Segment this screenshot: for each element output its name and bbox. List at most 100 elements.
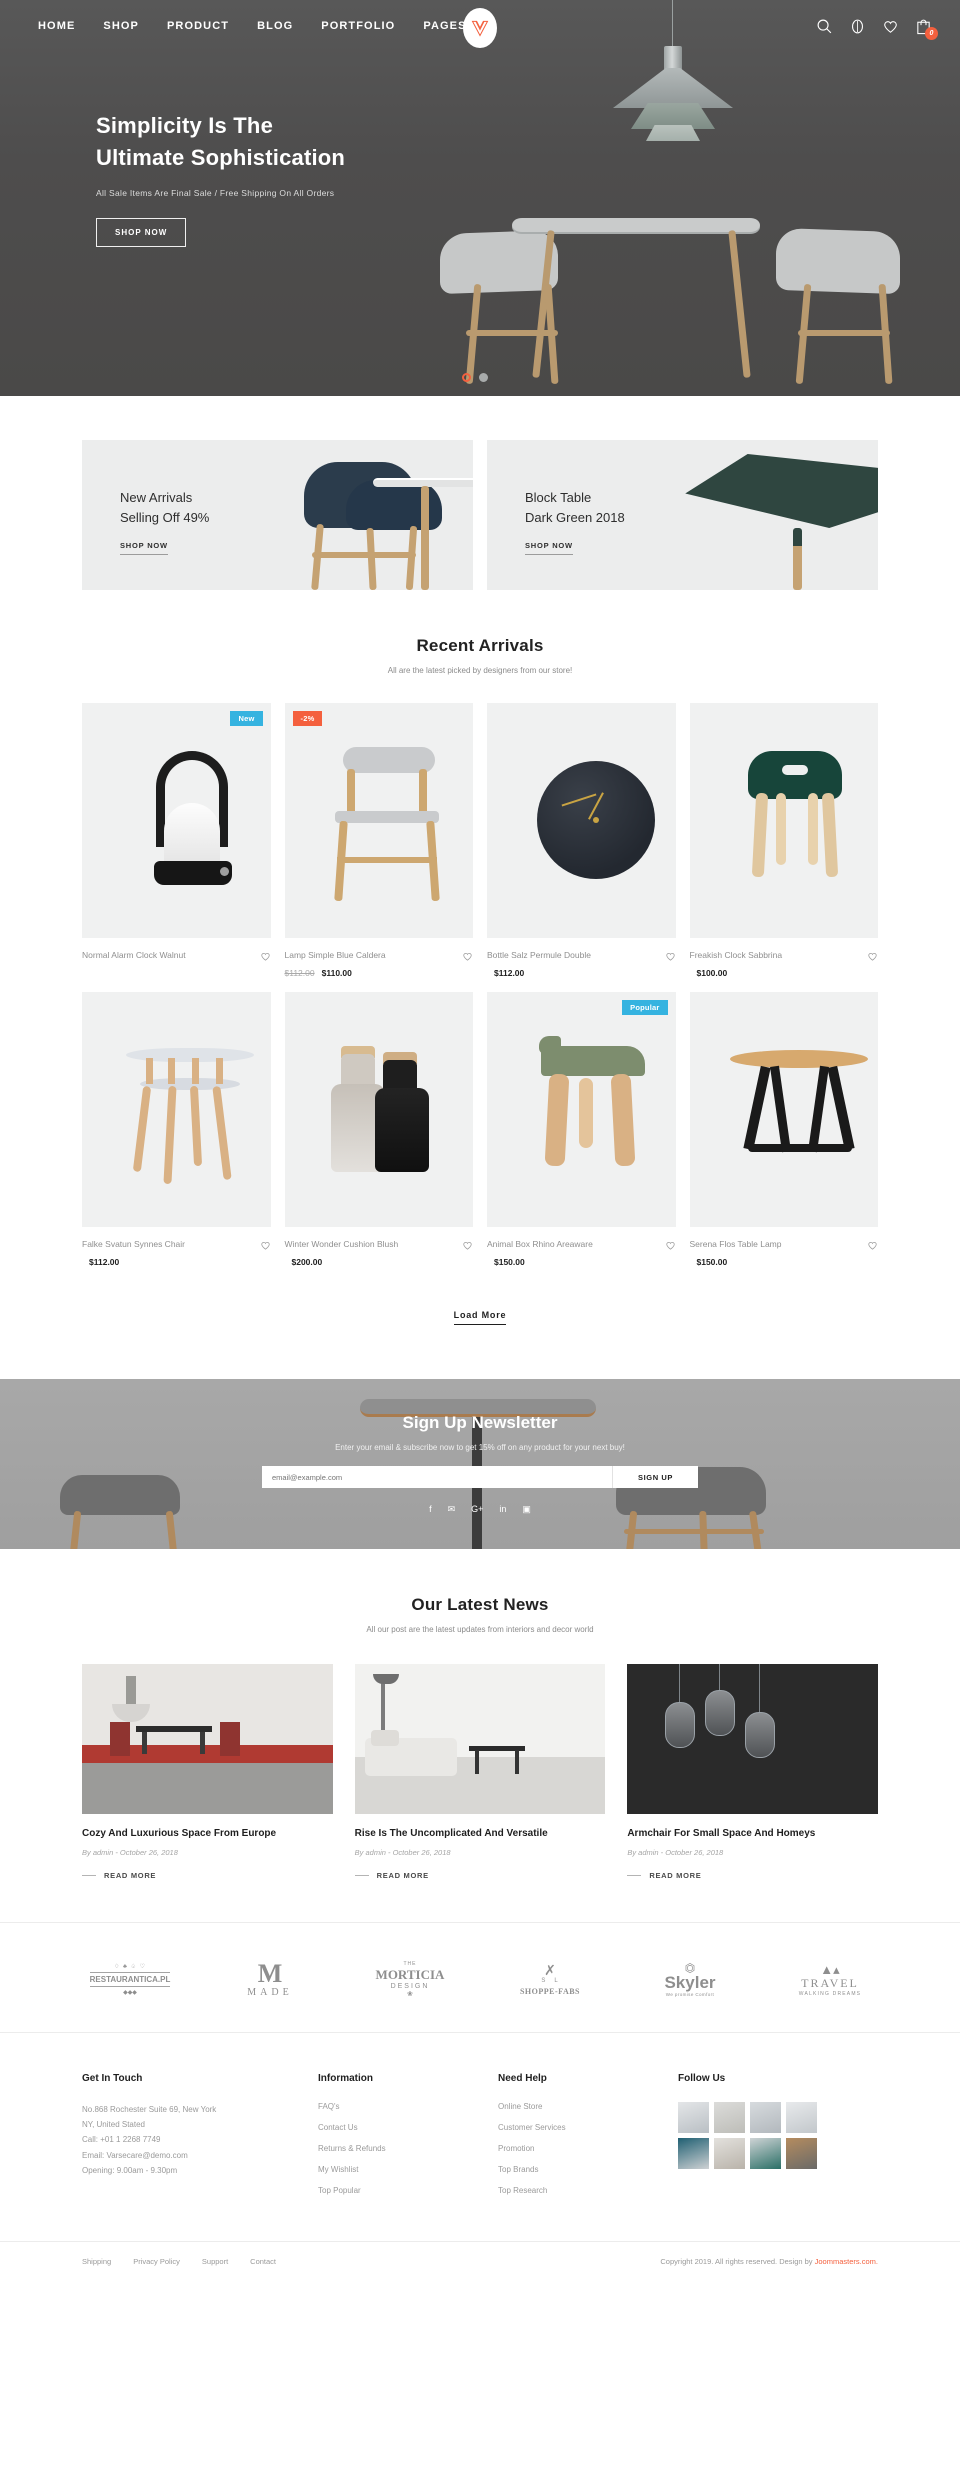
footer-link-top-research[interactable]: Top Research <box>498 2186 547 2195</box>
footer-bottom-link-support[interactable]: Support <box>202 2257 228 2266</box>
brand-logo-skyler[interactable]: ⏣ Skyler We promise Comfort <box>664 1962 715 1998</box>
product-wishlist-heart-icon[interactable] <box>665 949 676 961</box>
blog-post-read-more-link[interactable]: READ MORE <box>377 1871 429 1880</box>
blog-post-read-more-link[interactable]: READ MORE <box>104 1871 156 1880</box>
facebook-icon[interactable]: f <box>429 1504 432 1515</box>
promo-2-shop-now-link[interactable]: SHOP NOW <box>525 541 573 555</box>
blog-post-read-more-link[interactable]: READ MORE <box>649 1871 701 1880</box>
footer-bottom-link-privacy-policy[interactable]: Privacy Policy <box>133 2257 180 2266</box>
product-thumbnail[interactable]: New <box>82 703 271 938</box>
product-card[interactable]: -2% Lamp Simple Blue Caldera $112.00 $11… <box>284 703 473 978</box>
copyright-designer-link[interactable]: Joommasters.com. <box>815 2257 878 2266</box>
hero-shop-now-button[interactable]: SHOP NOW <box>96 217 187 247</box>
blog-post-card[interactable]: Rise Is The Uncomplicated And Versatile … <box>354 1664 606 1880</box>
promo-banner-new-arrivals[interactable]: New Arrivals Selling Off 49% SHOP NOW <box>82 440 473 590</box>
instagram-thumb[interactable] <box>750 2138 781 2169</box>
product-image-grinder-set <box>285 992 474 1227</box>
product-card[interactable]: Popular Animal Box Rhino Areaware $150.0… <box>487 992 676 1267</box>
footer-link-top-popular[interactable]: Top Popular <box>318 2186 361 2195</box>
instagram-thumb[interactable] <box>750 2102 781 2133</box>
instagram-thumb[interactable] <box>786 2102 817 2133</box>
product-wishlist-heart-icon[interactable] <box>462 1238 473 1250</box>
footer-link-contact-us[interactable]: Contact Us <box>318 2123 358 2132</box>
linkedin-icon[interactable]: in <box>499 1504 506 1515</box>
promo-1-text: New Arrivals Selling Off 49% SHOP NOW <box>120 488 209 555</box>
product-wishlist-heart-icon[interactable] <box>665 1238 676 1250</box>
product-card[interactable]: Freakish Clock Sabbrina $100.00 <box>689 703 878 978</box>
product-wishlist-heart-icon[interactable] <box>260 949 271 961</box>
promo-banner-block-table[interactable]: Block Table Dark Green 2018 SHOP NOW <box>487 440 878 590</box>
product-wishlist-heart-icon[interactable] <box>867 1238 878 1250</box>
blog-post-thumbnail[interactable] <box>354 1664 606 1814</box>
product-card[interactable]: Serena Flos Table Lamp $150.00 <box>689 992 878 1267</box>
footer-link-returns-refunds[interactable]: Returns & Refunds <box>318 2144 386 2153</box>
instagram-thumb[interactable] <box>678 2102 709 2133</box>
brand-logo-made[interactable]: M MADE <box>247 1961 292 1999</box>
cart-icon[interactable]: 0 <box>915 18 938 40</box>
blog-post-title[interactable]: Armchair For Small Space And Homeys <box>627 1828 878 1839</box>
nav-item-pages[interactable]: PAGES <box>423 20 466 32</box>
blog-post-title[interactable]: Rise Is The Uncomplicated And Versatile <box>355 1828 606 1839</box>
nav-item-blog[interactable]: BLOG <box>257 20 293 32</box>
instagram-thumb[interactable] <box>714 2138 745 2169</box>
footer-link-top-brands[interactable]: Top Brands <box>498 2165 538 2174</box>
product-meta: Normal Alarm Clock Walnut <box>82 938 271 961</box>
site-logo[interactable] <box>463 8 497 48</box>
product-wishlist-heart-icon[interactable] <box>260 1238 271 1250</box>
blog-post-title[interactable]: Cozy And Luxurious Space From Europe <box>82 1828 333 1839</box>
product-card[interactable]: Falke Svatun Synnes Chair $112.00 <box>82 992 271 1267</box>
brand-logo-restaurantica[interactable]: ♢ ♣ ♤ ♡ RESTAURANTICA.PL ◆◆◆ <box>89 1963 171 1996</box>
blog-post-card[interactable]: Armchair For Small Space And Homeys By a… <box>627 1664 878 1880</box>
product-thumbnail[interactable] <box>487 703 676 938</box>
instagram-thumb[interactable] <box>786 2138 817 2169</box>
footer-email: Email: Varsecare@demo.com <box>82 2150 188 2160</box>
footer-bottom-link-shipping[interactable]: Shipping <box>82 2257 111 2266</box>
product-thumbnail[interactable] <box>82 992 271 1227</box>
google-plus-icon[interactable]: G+ <box>471 1504 483 1515</box>
user-account-icon[interactable] <box>849 18 866 35</box>
brand-logo-travel[interactable]: ▲▴ TRAVEL WALKING DREAMS <box>799 1963 861 1997</box>
product-name: Falke Svatun Synnes Chair <box>82 1238 185 1249</box>
hero-dot-2[interactable] <box>479 373 488 382</box>
newsletter-email-input[interactable] <box>262 1466 612 1488</box>
product-thumbnail[interactable] <box>689 703 878 938</box>
blog-post-thumbnail[interactable] <box>82 1664 333 1814</box>
product-card[interactable]: New Normal Alarm Clock Walnut <box>82 703 271 978</box>
product-thumbnail[interactable] <box>284 992 474 1227</box>
product-card[interactable]: Winter Wonder Cushion Blush $200.00 <box>284 992 474 1267</box>
footer-bottom-link-contact[interactable]: Contact <box>250 2257 276 2266</box>
promo-1-shop-now-link[interactable]: SHOP NOW <box>120 541 168 555</box>
footer-link-online-store[interactable]: Online Store <box>498 2102 542 2111</box>
product-card[interactable]: Bottle Salz Permule Double $112.00 <box>487 703 676 978</box>
footer-link-faqs[interactable]: FAQ's <box>318 2102 340 2111</box>
product-thumbnail[interactable]: -2% <box>284 703 473 938</box>
promo-2-image <box>651 440 878 590</box>
footer-link-my-wishlist[interactable]: My Wishlist <box>318 2165 358 2174</box>
wishlist-heart-icon[interactable] <box>882 18 899 35</box>
load-more-button[interactable]: Load More <box>453 1310 507 1325</box>
twitter-icon[interactable]: ✉ <box>448 1504 456 1515</box>
product-wishlist-heart-icon[interactable] <box>462 949 473 961</box>
nav-item-shop[interactable]: SHOP <box>103 20 139 32</box>
blog-post-card[interactable]: Cozy And Luxurious Space From Europe By … <box>82 1664 333 1880</box>
brand-logo-shoppe-fabs[interactable]: ✗ S L SHOPPE-FABS <box>520 1963 580 1996</box>
brand-logo-morticia[interactable]: THE MORTICIA DESIGN ❀ <box>376 1961 445 1998</box>
search-icon[interactable] <box>816 18 833 35</box>
nav-item-portfolio[interactable]: PORTFOLIO <box>321 20 395 32</box>
instagram-icon[interactable]: ▣ <box>522 1504 531 1515</box>
product-wishlist-heart-icon[interactable] <box>867 949 878 961</box>
newsletter-signup-button[interactable]: SIGN UP <box>612 1466 698 1488</box>
blog-post-thumbnail[interactable] <box>627 1664 878 1814</box>
product-thumbnail[interactable] <box>689 992 878 1227</box>
hero-dot-1[interactable] <box>462 373 471 382</box>
footer-link-promotion[interactable]: Promotion <box>498 2144 534 2153</box>
product-thumbnail[interactable]: Popular <box>487 992 676 1227</box>
footer-link-customer-services[interactable]: Customer Services <box>498 2123 566 2132</box>
instagram-thumb[interactable] <box>678 2138 709 2169</box>
nav-item-home[interactable]: HOME <box>38 20 75 32</box>
product-current-price: $112.00 <box>89 1257 120 1267</box>
product-price <box>82 960 271 978</box>
promo-1-title-line-2: Selling Off 49% <box>120 509 210 525</box>
nav-item-product[interactable]: PRODUCT <box>167 20 229 32</box>
instagram-thumb[interactable] <box>714 2102 745 2133</box>
